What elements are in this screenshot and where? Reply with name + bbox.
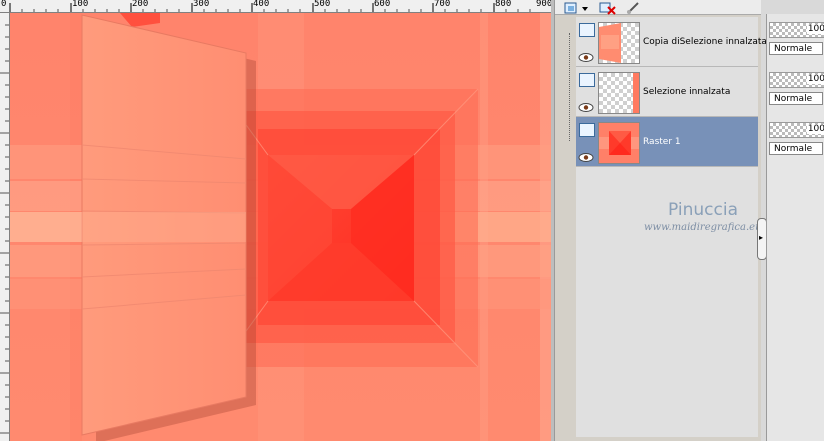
horizontal-ruler: 0 100 200 300 400 500 600 700 800 900	[0, 0, 553, 13]
layers-toolbar	[555, 0, 761, 15]
watermark-url: www.maidiregrafica.eu	[644, 222, 762, 233]
raster-layer-icon	[579, 73, 595, 87]
edit-mask-icon[interactable]	[625, 0, 641, 14]
vertical-ruler	[0, 13, 10, 441]
layer-tree-connector	[569, 33, 571, 141]
layer-thumbnail	[598, 22, 640, 64]
opacity-value: 100	[806, 124, 824, 134]
blend-mode-select[interactable]: Normale	[769, 42, 823, 55]
layer-props-selezione: 100 Normale	[769, 68, 824, 112]
vertical-ruler-ticks	[0, 24, 9, 434]
layer-row-raster-1[interactable]: Raster 1	[576, 117, 758, 167]
raster-layer-icon	[579, 123, 595, 137]
layer-thumbnail	[598, 122, 640, 164]
opacity-value: 100	[806, 24, 824, 34]
raster-layer-icon	[579, 23, 595, 37]
delete-layer-icon[interactable]	[599, 0, 616, 15]
layer-name: Copia diSelezione innalzata	[643, 37, 767, 47]
visibility-eye-icon[interactable]	[578, 97, 594, 112]
canvas-artwork	[10, 13, 551, 441]
blend-mode-select[interactable]: Normale	[769, 92, 823, 105]
watermark-title: Pinuccia	[668, 200, 738, 220]
layers-panel: Copia diSelezione innalzata Selezione in…	[554, 0, 767, 441]
new-layer-icon[interactable]	[563, 0, 579, 14]
ruler-ticks	[9, 3, 531, 12]
image-canvas[interactable]	[10, 13, 551, 441]
visibility-eye-icon[interactable]	[578, 147, 594, 162]
layer-thumbnail	[598, 72, 640, 114]
expand-arrow-icon: ▸	[759, 233, 764, 242]
layer-properties-panel: 100 Normale 100 Normale 100 Normale	[766, 14, 824, 441]
blend-mode-select[interactable]: Normale	[769, 142, 823, 155]
layer-row-selezione[interactable]: Selezione innalzata	[576, 67, 758, 117]
layer-name: Raster 1	[643, 137, 681, 147]
layer-props-copia-selezione: 100 Normale	[769, 18, 824, 62]
opacity-slider[interactable]: 100	[769, 122, 824, 138]
opacity-value: 100	[806, 74, 824, 84]
layer-name: Selezione innalzata	[643, 87, 731, 97]
layer-props-raster-1: 100 Normale	[769, 118, 824, 162]
opacity-slider[interactable]: 100	[769, 22, 824, 38]
visibility-eye-icon[interactable]	[578, 47, 594, 62]
opacity-slider[interactable]: 100	[769, 72, 824, 88]
dropdown-arrow-icon[interactable]	[581, 0, 597, 13]
layer-row-copia-selezione[interactable]: Copia diSelezione innalzata	[576, 17, 767, 67]
